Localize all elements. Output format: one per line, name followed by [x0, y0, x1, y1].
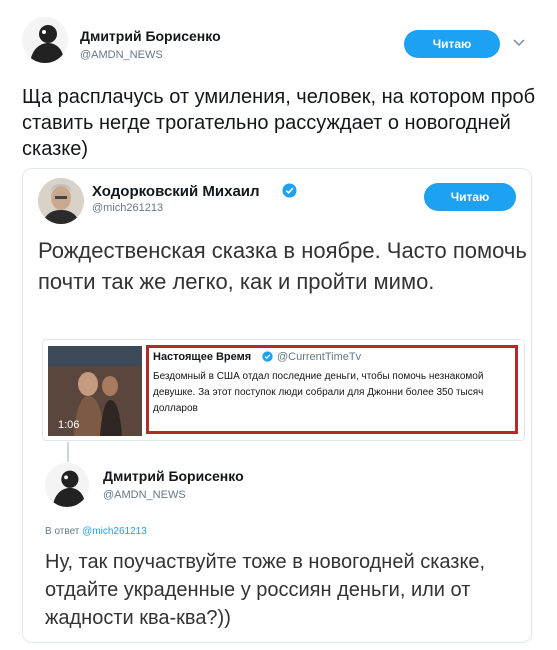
media-source-name[interactable]: Настоящее Время — [153, 351, 251, 363]
outer-tweet-text: Ща расплачусь от умиления, человек, на к… — [22, 86, 536, 160]
video-duration: 1:06 — [58, 419, 80, 431]
reply-author-name[interactable]: Дмитрий Борисенко — [103, 468, 244, 484]
reply-author-avatar[interactable] — [45, 463, 89, 507]
in-reply-handle[interactable]: @mich261213 — [82, 526, 147, 537]
verified-icon — [262, 351, 273, 362]
media-source-handle[interactable]: @CurrentTimeTv — [277, 351, 361, 363]
quoted-follow-button[interactable]: Читаю — [424, 183, 516, 211]
outer-author-avatar[interactable] — [22, 17, 68, 63]
chevron-down-icon[interactable] — [513, 38, 525, 48]
verified-icon — [282, 183, 297, 198]
reply-text: Ну, так поучаствуйте тоже в новогодней с… — [45, 551, 486, 629]
outer-author-name[interactable]: Дмитрий Борисенко — [80, 28, 221, 44]
quoted-author-handle[interactable]: @mich261213 — [92, 202, 163, 214]
in-reply-to: В ответ @mich261213 — [45, 526, 147, 537]
quoted-tweet-text: Рождественская сказка в ноябре. Часто по… — [38, 238, 527, 294]
quoted-author-name[interactable]: Ходорковский Михаил — [92, 183, 260, 200]
media-text: Бездомный в США отдал последние деньги, … — [153, 371, 484, 414]
in-reply-label: В ответ — [45, 526, 80, 537]
outer-follow-button[interactable]: Читаю — [404, 30, 500, 58]
outer-author-handle[interactable]: @AMDN_NEWS — [80, 49, 163, 61]
quoted-author-avatar[interactable] — [38, 178, 84, 224]
thread-line — [67, 442, 69, 462]
reply-author-handle[interactable]: @AMDN_NEWS — [103, 489, 186, 501]
